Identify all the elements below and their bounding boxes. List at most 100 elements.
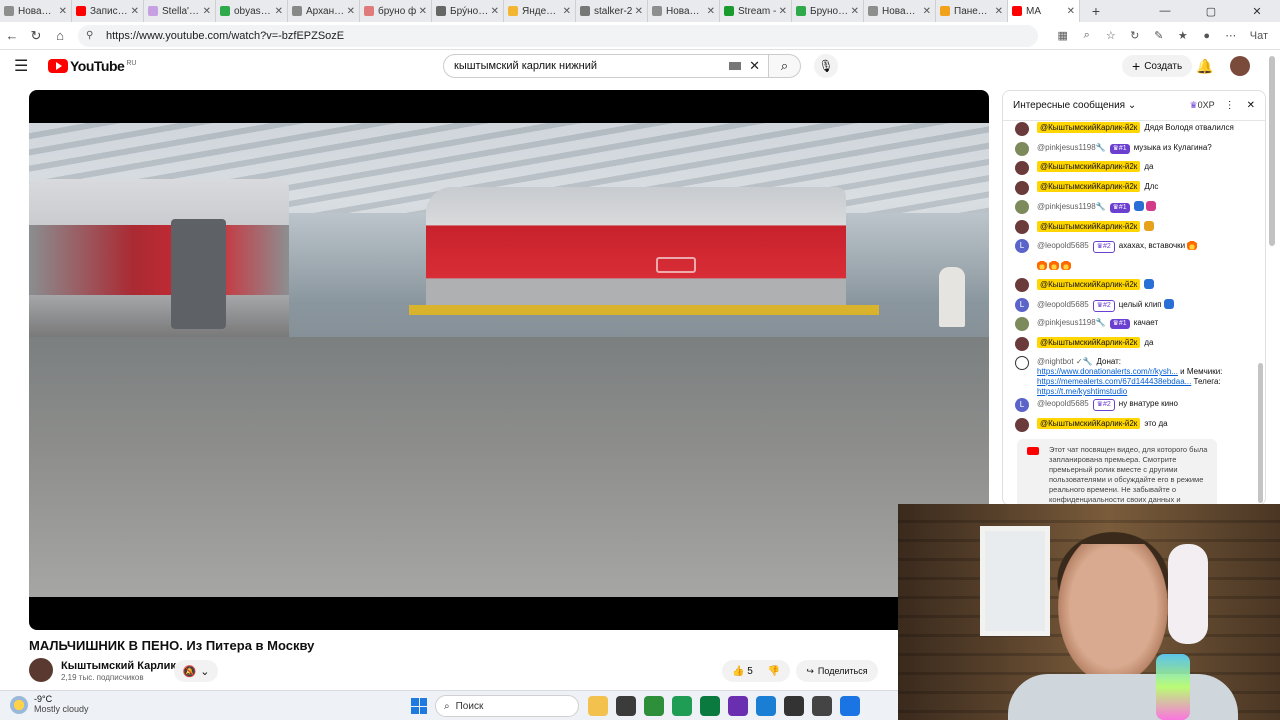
youtube-logo[interactable]: YouTube RU: [48, 58, 136, 74]
chat-more-icon[interactable]: ⋮: [1225, 100, 1235, 111]
dislike-button[interactable]: 👎: [768, 666, 780, 677]
browser-tab[interactable]: obyasnity ✕: [216, 0, 288, 22]
browser-tab[interactable]: Новая вкл✕: [648, 0, 720, 22]
tab-close-icon[interactable]: ✕: [419, 6, 427, 17]
copilot-chat-button[interactable]: Чат: [1246, 27, 1272, 45]
browser-tab[interactable]: Новая вкл✕: [864, 0, 936, 22]
close-chat-icon[interactable]: ✕: [1247, 100, 1255, 111]
maximize-icon[interactable]: ▢: [1188, 0, 1234, 22]
collections-icon[interactable]: ★: [1174, 27, 1192, 45]
tab-close-icon[interactable]: ✕: [707, 6, 715, 17]
taskbar-app-icon[interactable]: [644, 696, 664, 716]
taskbar-app-icon[interactable]: [728, 696, 748, 716]
profile-icon[interactable]: ●: [1198, 27, 1216, 45]
chat-author[interactable]: @КыштымскийКарлик-й2к: [1037, 336, 1141, 348]
chat-scrollbar[interactable]: [1258, 123, 1263, 503]
notifications-bell-icon[interactable]: 🔔: [1196, 58, 1213, 75]
taskbar-app-icon[interactable]: [588, 696, 608, 716]
chat-author[interactable]: @leopold5685: [1037, 399, 1089, 408]
browser-tab[interactable]: Stella's Ar✕: [144, 0, 216, 22]
chat-avatar[interactable]: L: [1015, 239, 1029, 253]
taskbar-app-icon[interactable]: [616, 696, 636, 716]
reload-icon[interactable]: ↻: [24, 24, 48, 48]
chat-author[interactable]: @nightbot ✓🔧: [1037, 357, 1092, 366]
chat-avatar[interactable]: L: [1015, 398, 1029, 412]
tab-close-icon[interactable]: ✕: [347, 6, 355, 17]
minimize-icon[interactable]: —: [1142, 0, 1188, 22]
browser-tab[interactable]: MA ✕: [1008, 0, 1080, 22]
chat-avatar[interactable]: [1015, 336, 1029, 351]
tab-close-icon[interactable]: ✕: [995, 6, 1003, 17]
browser-tab[interactable]: Новая вкл✕: [0, 0, 72, 22]
subscription-bell-button[interactable]: 🔕 ⌄: [174, 660, 218, 682]
tab-close-icon[interactable]: ✕: [779, 6, 787, 17]
chat-author[interactable]: @КыштымскийКарлик-й2к: [1037, 180, 1141, 192]
chat-avatar[interactable]: [1015, 122, 1029, 136]
channel-avatar[interactable]: [29, 658, 53, 682]
chat-author[interactable]: @pinkjesus1198🔧: [1037, 202, 1106, 211]
browser-tab[interactable]: Яндекс М✕: [504, 0, 576, 22]
extensions-icon[interactable]: ✎: [1150, 27, 1168, 45]
search-button[interactable]: ⌕: [769, 54, 801, 78]
keyboard-icon[interactable]: [729, 62, 742, 70]
donation-link[interactable]: https://www.donationalerts.com/r/kysh...: [1037, 367, 1178, 376]
chat-avatar[interactable]: L: [1015, 297, 1029, 312]
chat-author[interactable]: @pinkjesus1198🔧: [1037, 143, 1106, 152]
chat-avatar[interactable]: [1015, 317, 1029, 331]
browser-tab[interactable]: Брýно — ✕: [432, 0, 504, 22]
tab-close-icon[interactable]: ✕: [59, 6, 67, 17]
chat-author[interactable]: @КыштымскийКарлик-й2к: [1037, 122, 1141, 133]
tab-close-icon[interactable]: ✕: [491, 6, 499, 17]
video-player[interactable]: [29, 90, 989, 630]
taskbar-app-icon[interactable]: [812, 696, 832, 716]
browser-tab[interactable]: Архангел ✕: [288, 0, 360, 22]
more-icon[interactable]: ⋯: [1222, 27, 1240, 45]
voice-search-button[interactable]: 🎙: [814, 54, 838, 78]
chat-author[interactable]: @leopold5685: [1037, 241, 1089, 250]
tab-close-icon[interactable]: ✕: [851, 6, 859, 17]
search-input[interactable]: кыштымский карлик нижний ✕: [443, 54, 769, 78]
tab-close-icon[interactable]: ✕: [203, 6, 211, 17]
apps-icon[interactable]: ▦: [1054, 27, 1072, 45]
chat-avatar[interactable]: [1015, 180, 1029, 195]
chat-author[interactable]: @pinkjesus1198🔧: [1037, 318, 1106, 327]
menu-icon[interactable]: ☰: [14, 56, 38, 76]
browser-tab[interactable]: Запись на✕: [72, 0, 144, 22]
taskbar-app-icon[interactable]: [840, 696, 860, 716]
tab-close-icon[interactable]: ✕: [923, 6, 931, 17]
chat-avatar[interactable]: [1015, 161, 1029, 175]
new-tab-button[interactable]: +: [1086, 3, 1106, 19]
chat-author[interactable]: @КыштымскийКарлик-й2к: [1037, 279, 1141, 290]
zoom-icon[interactable]: ⌕: [1078, 27, 1096, 45]
tab-close-icon[interactable]: ✕: [1067, 6, 1075, 17]
refresh-icon[interactable]: ↻: [1126, 27, 1144, 45]
channel-name[interactable]: Кыштымский Карлик: [61, 660, 176, 672]
back-icon[interactable]: ←: [0, 24, 24, 48]
home-icon[interactable]: ⌂: [48, 24, 72, 48]
browser-tab[interactable]: бруно ф ✕: [360, 0, 432, 22]
xp-badge[interactable]: ♛0XP: [1190, 100, 1215, 111]
chat-mode-selector[interactable]: Интересные сообщения ⌄: [1013, 100, 1190, 111]
favorite-star-icon[interactable]: ☆: [1102, 27, 1120, 45]
clear-search-icon[interactable]: ✕: [749, 58, 760, 74]
create-button[interactable]: + Создать: [1122, 55, 1193, 77]
taskbar-app-icon[interactable]: [784, 696, 804, 716]
page-scrollbar[interactable]: [1269, 56, 1275, 246]
tab-close-icon[interactable]: ✕: [275, 6, 283, 17]
chat-avatar[interactable]: [1015, 417, 1029, 432]
share-button[interactable]: ↪ Поделиться: [796, 660, 878, 682]
browser-tab[interactable]: Stream - ✕: [720, 0, 792, 22]
chat-author[interactable]: @КыштымскийКарлик-й2к: [1037, 161, 1141, 172]
taskbar-app-icon[interactable]: [672, 696, 692, 716]
browser-tab[interactable]: stalker-2 ✕: [576, 0, 648, 22]
chat-avatar[interactable]: [1015, 200, 1029, 214]
browser-tab[interactable]: Панель у ✕: [936, 0, 1008, 22]
chat-avatar[interactable]: [1015, 356, 1029, 370]
chat-author[interactable]: @КыштымскийКарлик-й2к: [1037, 417, 1141, 429]
tab-close-icon[interactable]: ✕: [131, 6, 139, 17]
windows-start-icon[interactable]: [411, 698, 427, 714]
taskbar-app-icon[interactable]: [700, 696, 720, 716]
memealerts-link[interactable]: https://memealerts.com/67d144438ebdaa...: [1037, 377, 1191, 386]
taskbar-search[interactable]: ⌕ Поиск: [435, 695, 579, 717]
window-close-icon[interactable]: ✕: [1234, 0, 1280, 22]
